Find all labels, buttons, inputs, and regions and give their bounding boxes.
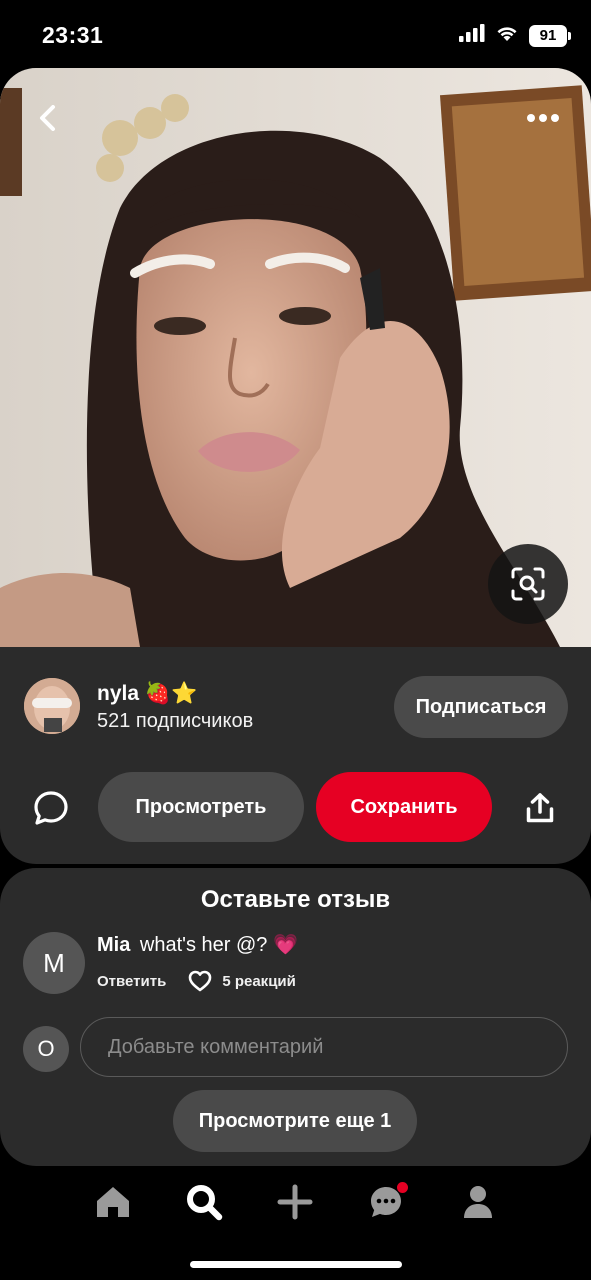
heart-icon[interactable]: [188, 970, 212, 992]
comment-text-line: Mia what's her @? 💗: [97, 932, 298, 957]
nav-create[interactable]: [271, 1180, 319, 1224]
nav-profile[interactable]: [454, 1180, 502, 1224]
ellipsis-icon: [527, 114, 559, 122]
notification-dot: [397, 1182, 408, 1193]
search-icon: [187, 1185, 223, 1221]
signal-icon: [459, 24, 485, 47]
save-button[interactable]: Сохранить: [316, 772, 492, 842]
status-time: 23:31: [42, 22, 104, 48]
creator-row: nyla 🍓⭐ 521 подписчиков Подписаться: [0, 668, 591, 748]
comments-card: Оставьте отзыв M Mia what's her @? 💗 Отв…: [0, 868, 591, 1166]
plus-icon: [277, 1184, 313, 1220]
home-indicator: [190, 1261, 402, 1268]
chevron-left-icon: [40, 105, 55, 131]
status-bar: 23:31 91: [0, 0, 591, 68]
comments-title: Оставьте отзыв: [200, 886, 391, 913]
comment-text: what's her @? 💗: [139, 934, 298, 956]
wifi-icon: [495, 24, 519, 47]
battery-indicator: 91: [529, 24, 571, 47]
creator-name[interactable]: nyla 🍓⭐: [97, 682, 197, 706]
back-button[interactable]: [28, 98, 68, 138]
visual-search-icon: [511, 567, 545, 601]
nav-search[interactable]: [180, 1180, 228, 1224]
creator-avatar[interactable]: [24, 678, 80, 734]
profile-icon: [464, 1186, 492, 1218]
creator-followers: 521 подписчиков: [97, 710, 254, 732]
pin-card: nyla 🍓⭐ 521 подписчиков Подписаться Прос…: [0, 68, 591, 864]
view-more-comments-button[interactable]: Просмотрите еще 1: [173, 1090, 417, 1152]
reply-link[interactable]: Ответить: [97, 973, 166, 990]
more-options-button[interactable]: [521, 100, 565, 136]
comment-input[interactable]: [80, 1017, 568, 1077]
reaction-count[interactable]: 5 реакций: [222, 973, 296, 990]
status-icons: 91: [459, 24, 571, 47]
share-button[interactable]: [518, 787, 562, 829]
nav-messages[interactable]: [362, 1180, 410, 1224]
comment-meta: Ответить 5 реакций: [97, 970, 296, 992]
screen: 23:31 91 nyla 🍓⭐ 521 подписчиков Подписа…: [0, 0, 591, 1280]
comment-bubble-icon: [34, 791, 68, 825]
comment-author[interactable]: Mia: [97, 934, 130, 956]
share-icon: [526, 793, 554, 823]
visual-search-button[interactable]: [488, 544, 568, 624]
home-icon: [97, 1187, 129, 1217]
nav-home[interactable]: [89, 1180, 137, 1224]
view-button[interactable]: Просмотреть: [98, 772, 304, 842]
comment-button[interactable]: [30, 787, 72, 829]
my-avatar: O: [23, 1026, 69, 1072]
comment-author-avatar[interactable]: M: [23, 932, 85, 994]
action-row: Просмотреть Сохранить: [0, 772, 591, 842]
pin-image[interactable]: [0, 68, 591, 647]
follow-button[interactable]: Подписаться: [394, 676, 568, 738]
